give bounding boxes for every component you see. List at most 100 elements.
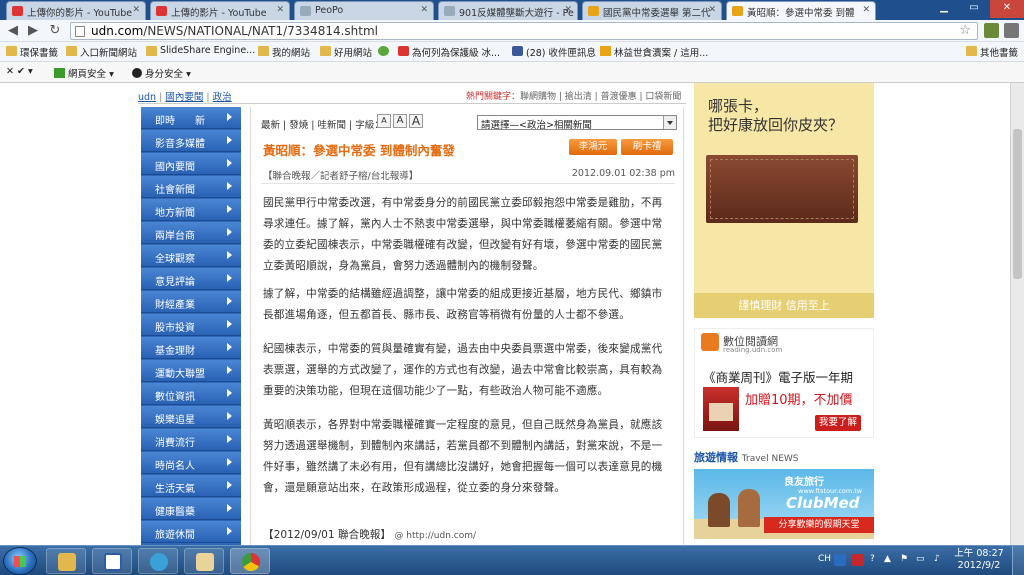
nav-item[interactable]: 影音多媒體 — [141, 130, 241, 152]
wallet-ad[interactable]: 哪張卡， 把好康放回你皮夾？ 謹慎理財 信用至上 — [694, 83, 874, 318]
bookmark-star-icon[interactable]: ☆ — [959, 23, 971, 38]
close-tab-icon[interactable]: ✕ — [564, 5, 572, 15]
travel-ad[interactable]: 良友旅行 www.ftstour.com.tw ClubMed 分享歡樂的假期天… — [694, 469, 874, 539]
forward-arrow-icon[interactable]: ▶ — [24, 22, 42, 40]
taskbar-chrome[interactable] — [230, 548, 270, 574]
start-button[interactable] — [3, 547, 37, 575]
back-arrow-icon[interactable]: ◀ — [4, 22, 22, 40]
volume-icon[interactable]: ♪ — [934, 554, 940, 564]
source-link[interactable]: @ http://udn.com/ — [394, 531, 476, 541]
bookmark-item[interactable]: 林益世貪瀆案 / 這用... — [600, 45, 708, 59]
youtube-icon — [156, 6, 167, 16]
taskbar-explorer[interactable] — [46, 548, 86, 574]
nav-item[interactable]: 基金理財 — [141, 337, 241, 359]
top-link[interactable]: 普渡優惠 — [601, 92, 637, 102]
bookmark-item[interactable]: 環保書籤 — [6, 45, 58, 59]
bookmark-item[interactable]: 入口新聞網站 — [66, 45, 137, 59]
scrollbar-thumb[interactable] — [1013, 129, 1022, 279]
top-link[interactable]: 口袋新聞 — [645, 92, 681, 102]
network-icon[interactable]: ▲ — [884, 554, 891, 564]
bookmark-item[interactable]: 為何列為保護級 冰... — [398, 45, 500, 59]
folder-icon — [320, 46, 331, 56]
nav-item[interactable]: 即時 新 — [141, 107, 241, 129]
arrow-right-icon — [227, 458, 232, 466]
nav-item[interactable]: 地方新聞 — [141, 199, 241, 221]
browser-tab-active[interactable]: 黃昭順：參選中常委 到體 ✕ — [726, 1, 876, 20]
arrow-right-icon — [227, 481, 232, 489]
nav-item[interactable]: 財經產業 — [141, 291, 241, 313]
nav-item[interactable]: 兩岸台商 — [141, 222, 241, 244]
nav-item[interactable]: 運動大聯盟 — [141, 360, 241, 382]
nav-item[interactable]: 健康醫藥 — [141, 498, 241, 520]
reload-icon[interactable]: ↻ — [46, 22, 64, 40]
font-size-medium-button[interactable]: A — [393, 114, 407, 128]
learn-more-button[interactable]: 我要了解 — [815, 415, 861, 431]
promo-button[interactable]: 李鴻元 — [569, 139, 617, 155]
help-icon[interactable]: ? — [870, 554, 875, 564]
browser-tab[interactable]: 901反媒體壟斷大遊行 - Pe ✕ — [438, 1, 578, 20]
nav-item[interactable]: 數位資訊 — [141, 383, 241, 405]
udn-icon — [600, 46, 611, 56]
web-safety-button[interactable]: 網頁安全 ▾ — [54, 66, 114, 80]
taskbar-app[interactable] — [184, 548, 224, 574]
bookmark-item[interactable]: 好用網站 — [320, 45, 372, 59]
close-tab-icon[interactable]: ✕ — [420, 5, 428, 15]
udn-icon — [732, 6, 743, 16]
maximize-icon[interactable]: ▭ — [960, 0, 988, 18]
font-size-large-button[interactable]: A — [409, 114, 423, 128]
security-menu-icon[interactable]: ✕ ✔ ▾ — [6, 66, 33, 77]
other-bookmarks[interactable]: 其他書籤 — [966, 45, 1018, 59]
close-tab-icon[interactable]: ✕ — [708, 5, 716, 15]
nav-item[interactable]: 旅遊休閒 — [141, 521, 241, 543]
nav-item[interactable]: 意見評論 — [141, 268, 241, 290]
close-tab-icon[interactable]: ✕ — [862, 5, 870, 15]
input-language[interactable]: CH — [818, 554, 831, 564]
folder-icon — [146, 46, 157, 56]
address-bar[interactable]: udn.com/NEWS/NATIONAL/NAT1/7334814.shtml… — [70, 22, 978, 40]
nav-item[interactable]: 消費流行 — [141, 429, 241, 451]
reading-ad[interactable]: 數位閱讀網 reading.udn.com 《商業周刊》電子版一年期 加贈10期… — [694, 328, 874, 438]
arrow-right-icon — [227, 159, 232, 167]
bookmark-item[interactable]: 我的網站 — [258, 45, 310, 59]
top-link[interactable]: 聯網購物 — [520, 92, 556, 102]
identity-safety-button[interactable]: 身分安全 ▾ — [132, 66, 191, 80]
browser-tab[interactable]: 上傳你的影片 - YouTube ✕ — [6, 1, 146, 20]
font-size-small-button[interactable]: A — [377, 114, 391, 128]
wrench-menu-icon[interactable] — [1004, 23, 1019, 38]
top-link[interactable]: 搶出清 — [565, 92, 592, 102]
udn-icon — [588, 6, 599, 16]
browser-tab[interactable]: 國民黨中常委選舉 第二代 ✕ — [582, 1, 722, 20]
nav-item[interactable]: 社會新聞 — [141, 176, 241, 198]
browser-tab[interactable]: 上傳的影片 - YouTube ✕ — [150, 1, 290, 20]
arrow-right-icon — [227, 251, 232, 259]
minimize-icon[interactable]: ▁ — [930, 0, 958, 18]
close-tab-icon[interactable]: ✕ — [276, 5, 284, 15]
related-news-select[interactable]: 請選擇—<政治>相關新聞 — [477, 115, 677, 130]
antivirus-icon[interactable] — [852, 554, 864, 566]
breadcrumb-link[interactable]: 國內要聞 — [165, 92, 203, 103]
nav-item[interactable]: 股市投資 — [141, 314, 241, 336]
taskbar-app[interactable] — [138, 548, 178, 574]
nav-item[interactable]: 時尚名人 — [141, 452, 241, 474]
nav-item[interactable]: 全球觀察 — [141, 245, 241, 267]
nav-item[interactable]: 生活天氣 — [141, 475, 241, 497]
show-desktop-button[interactable] — [1012, 546, 1024, 575]
system-clock[interactable]: 上午 08:27 2012/9/2 — [954, 548, 1004, 572]
ime-icon[interactable] — [834, 554, 846, 566]
breadcrumb-link[interactable]: udn — [138, 92, 156, 103]
vertical-scrollbar[interactable] — [1010, 83, 1024, 545]
nav-item[interactable]: 國內要聞 — [141, 153, 241, 175]
breadcrumb-link[interactable]: 政治 — [213, 92, 232, 103]
close-tab-icon[interactable]: ✕ — [132, 5, 140, 15]
promo-button[interactable]: 刷卡禮 — [621, 139, 673, 155]
close-window-icon[interactable]: ✕ — [990, 0, 1024, 18]
taskbar-app[interactable] — [92, 548, 132, 574]
nav-item[interactable]: 娛樂追星 — [141, 406, 241, 428]
extension-icon[interactable] — [984, 23, 999, 38]
flag-icon[interactable]: ⚑ — [900, 554, 908, 564]
bookmark-item[interactable]: (28) 收件匣訊息 — [512, 45, 596, 59]
browser-tab[interactable]: PeoPo ✕ — [294, 1, 434, 20]
bookmark-item[interactable]: SlideShare Engine... — [146, 45, 255, 56]
display-icon[interactable]: ▭ — [916, 554, 925, 564]
arrow-right-icon — [227, 228, 232, 236]
